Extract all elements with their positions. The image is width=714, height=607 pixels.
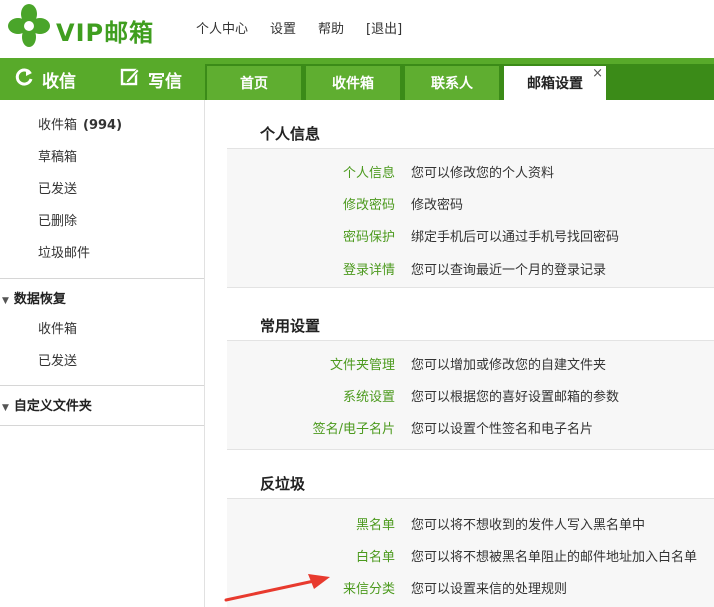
nav-logout[interactable]: [退出] <box>366 18 402 37</box>
sidebar-item-inbox[interactable]: 收件箱 (994) <box>38 114 122 133</box>
row-desc: 您可以增加或修改您的自建文件夹 <box>411 358 607 373</box>
nav-settings[interactable]: 设置 <box>270 18 296 37</box>
link-blacklist[interactable]: 黑名单 <box>356 514 395 533</box>
link-whitelist[interactable]: 白名单 <box>356 546 395 565</box>
sidebar-group-data-recovery[interactable]: ▼ 数据恢复 <box>2 288 66 307</box>
receive-button[interactable]: 收信 <box>14 58 76 100</box>
sidebar-item-recovery-inbox[interactable]: 收件箱 <box>38 318 77 337</box>
sidebar-item-spam[interactable]: 垃圾邮件 <box>38 242 90 261</box>
row-desc: 修改密码 <box>411 198 464 213</box>
row-desc: 您可以根据您的喜好设置邮箱的参数 <box>411 390 620 405</box>
nav-personal-center[interactable]: 个人中心 <box>196 18 248 37</box>
inbox-count-badge: (994) <box>83 118 123 133</box>
tab-mail-settings-label: 邮箱设置 <box>527 76 583 92</box>
row-desc: 绑定手机后可以通过手机号找回密码 <box>411 230 620 245</box>
sidebar: 收件箱 (994) 草稿箱 已发送 已删除 垃圾邮件 ▼ 数据恢复 收件箱 已发送 … <box>0 100 204 607</box>
sidebar-divider <box>0 385 204 386</box>
header: VIP邮箱 个人中心 设置 帮助 [退出] <box>0 0 714 58</box>
section-title-personal-info: 个人信息 <box>260 125 321 143</box>
settings-row: 签名/电子名片 您可以设置个性签名和电子名片 <box>227 411 714 443</box>
settings-main: 个人信息 个人信息 您可以修改您的个人资料 修改密码 修改密码 密码保护 绑定手… <box>204 100 714 607</box>
sidebar-item-sent[interactable]: 已发送 <box>38 178 77 197</box>
link-signature-card[interactable]: 签名/电子名片 <box>313 418 395 437</box>
link-login-details[interactable]: 登录详情 <box>343 259 395 278</box>
settings-row: 系统设置 您可以根据您的喜好设置邮箱的参数 <box>227 379 714 411</box>
link-password-protection[interactable]: 密码保护 <box>343 226 395 245</box>
refresh-icon <box>14 67 34 92</box>
link-system-settings[interactable]: 系统设置 <box>343 386 395 405</box>
sidebar-group-label: 数据恢复 <box>13 292 66 307</box>
tab-home-label: 首页 <box>240 76 268 92</box>
row-desc: 您可以修改您的个人资料 <box>411 166 555 181</box>
section-title-common-settings: 常用设置 <box>260 317 321 335</box>
annotation-arrow-icon <box>224 574 330 602</box>
settings-row: 密码保护 绑定手机后可以通过手机号找回密码 <box>227 219 714 251</box>
sidebar-group-custom-folders[interactable]: ▼ 自定义文件夹 <box>2 395 92 414</box>
sidebar-item-drafts[interactable]: 草稿箱 <box>38 146 77 165</box>
settings-row: 白名单 您可以将不想被黑名单阻止的邮件地址加入白名单 <box>227 539 714 571</box>
row-desc: 您可以设置来信的处理规则 <box>411 582 568 597</box>
section-title-anti-spam: 反垃圾 <box>260 475 306 493</box>
link-mail-filter-rules[interactable]: 来信分类 <box>343 578 395 597</box>
sidebar-item-recovery-sent[interactable]: 已发送 <box>38 350 77 369</box>
settings-row: 修改密码 修改密码 <box>227 187 714 219</box>
sidebar-divider <box>0 278 204 279</box>
row-desc: 您可以将不想被黑名单阻止的邮件地址加入白名单 <box>411 550 698 565</box>
settings-row: 文件夹管理 您可以增加或修改您的自建文件夹 <box>227 347 714 379</box>
write-button[interactable]: 写信 <box>120 58 182 100</box>
row-desc: 您可以设置个性签名和电子名片 <box>411 422 594 437</box>
link-personal-info[interactable]: 个人信息 <box>343 162 395 181</box>
settings-row: 个人信息 您可以修改您的个人资料 <box>227 155 714 187</box>
tab-inbox[interactable]: 收件箱 <box>306 66 400 100</box>
tab-contacts[interactable]: 联系人 <box>405 66 499 100</box>
sidebar-group-label: 自定义文件夹 <box>13 399 92 414</box>
tab-mail-settings[interactable]: 邮箱设置 × <box>504 66 606 100</box>
row-desc: 您可以将不想收到的发件人写入黑名单中 <box>411 518 646 533</box>
receive-label: 收信 <box>42 71 76 92</box>
tab-home[interactable]: 首页 <box>207 66 301 100</box>
tab-inbox-label: 收件箱 <box>332 76 374 92</box>
section-panel-common-settings: 文件夹管理 您可以增加或修改您的自建文件夹 系统设置 您可以根据您的喜好设置邮箱… <box>227 340 714 450</box>
settings-row: 黑名单 您可以将不想收到的发件人写入黑名单中 <box>227 507 714 539</box>
row-desc: 您可以查询最近一个月的登录记录 <box>411 263 607 278</box>
triangle-down-icon: ▼ <box>2 403 9 413</box>
edit-icon <box>120 67 140 92</box>
nav-help[interactable]: 帮助 <box>318 18 344 37</box>
tab-contacts-label: 联系人 <box>431 76 473 92</box>
link-folder-management[interactable]: 文件夹管理 <box>330 354 395 373</box>
sidebar-item-deleted[interactable]: 已删除 <box>38 210 77 229</box>
write-label: 写信 <box>148 71 182 92</box>
sidebar-item-label: 收件箱 <box>38 118 78 133</box>
section-panel-personal-info: 个人信息 您可以修改您的个人资料 修改密码 修改密码 密码保护 绑定手机后可以通… <box>227 148 714 288</box>
sidebar-divider <box>0 425 204 426</box>
link-change-password[interactable]: 修改密码 <box>343 194 395 213</box>
top-nav: 个人中心 设置 帮助 [退出] <box>196 18 424 37</box>
settings-row: 登录详情 您可以查询最近一个月的登录记录 <box>227 252 714 284</box>
clover-logo-icon <box>8 4 50 47</box>
logo-text: VIP邮箱 <box>56 19 155 47</box>
tab-close-icon[interactable]: × <box>592 67 603 81</box>
triangle-down-icon: ▼ <box>2 296 9 306</box>
